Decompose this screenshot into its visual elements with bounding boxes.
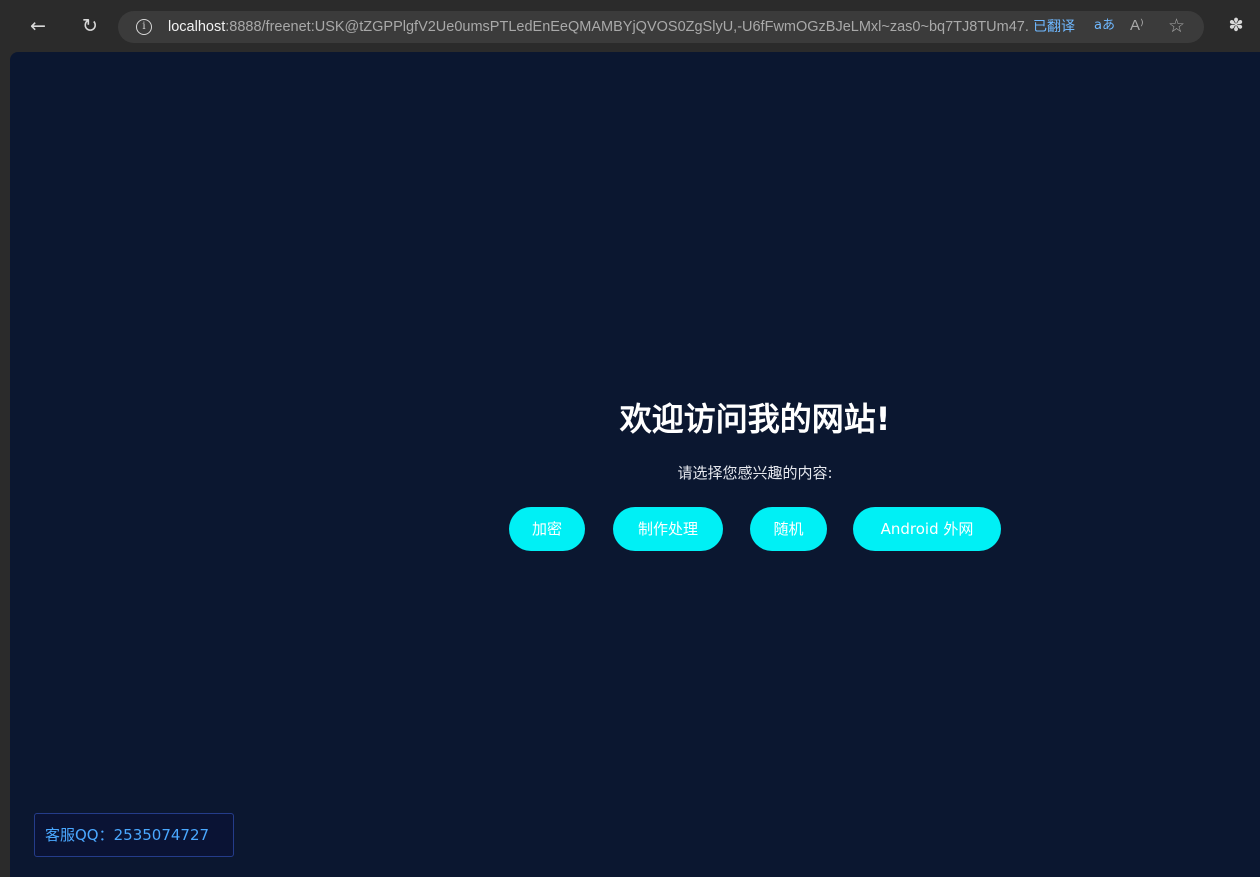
encrypt-button[interactable]: 加密 xyxy=(509,507,585,551)
info-icon[interactable]: i xyxy=(136,19,152,35)
url-host: localhost xyxy=(168,19,226,35)
page-viewport: 欢迎访问我的网站! 请选择您感兴趣的内容: 加密 制作处理 随机 Android… xyxy=(10,52,1260,877)
random-button[interactable]: 随机 xyxy=(750,507,827,551)
extensions-icon[interactable]: ✽ xyxy=(1226,14,1246,38)
translate-icon[interactable]: aあ xyxy=(1094,17,1115,35)
translated-indicator[interactable]: 已翻译 xyxy=(1033,18,1075,36)
page-title: 欢迎访问我的网站! xyxy=(619,400,891,438)
url-path: :8888/freenet:USK@tZGPPlgfV2Ue0umsPTLedE… xyxy=(225,19,1028,35)
browser-toolbar: ← ↻ i localhost:8888/freenet:USK@tZGPPlg… xyxy=(0,0,1260,52)
support-qq-box: 客服QQ：2535074727 xyxy=(34,813,234,857)
page-subtitle: 请选择您感兴趣的内容: xyxy=(677,464,833,482)
read-aloud-icon[interactable]: A⁾ xyxy=(1130,17,1144,35)
url-text[interactable]: localhost:8888/freenet:USK@tZGPPlgfV2Ue0… xyxy=(168,18,1028,36)
make-process-button[interactable]: 制作处理 xyxy=(613,507,723,551)
star-icon[interactable]: ☆ xyxy=(1168,15,1185,37)
back-arrow-icon[interactable]: ← xyxy=(26,14,50,38)
address-bar[interactable]: i localhost:8888/freenet:USK@tZGPPlgfV2U… xyxy=(118,11,1204,43)
android-external-button[interactable]: Android 外网 xyxy=(853,507,1001,551)
reload-icon[interactable]: ↻ xyxy=(78,14,102,38)
